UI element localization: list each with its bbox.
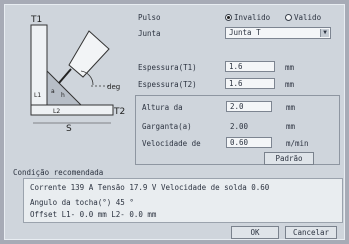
torch-wire: [58, 68, 72, 84]
pulse-invalid-label: Invalido: [234, 13, 271, 22]
label-l2: L2: [53, 108, 60, 115]
recommendation-panel: Corrente 139 A Tensão 17.9 V Velocidade …: [23, 178, 343, 223]
thickness1-input[interactable]: 1.6: [225, 61, 275, 72]
thickness2-label: Espessura(T2): [138, 80, 197, 89]
junta-value: Junta T: [229, 28, 261, 37]
radio-unselected-icon: [285, 14, 292, 21]
plate-t2: [30, 104, 114, 116]
thickness1-label: Espessura(T1): [138, 63, 197, 72]
pulse-valid-radio[interactable]: Valido: [285, 13, 321, 22]
height-label: Altura da: [142, 103, 183, 112]
thickness1-unit: mm: [285, 63, 295, 72]
label-t2: T2: [113, 107, 125, 117]
thickness2-unit: mm: [285, 80, 295, 89]
throat-unit: mm: [286, 122, 296, 131]
junta-label: Junta: [138, 29, 161, 38]
speed-input[interactable]: 0.60: [226, 137, 272, 148]
cancel-button[interactable]: Cancelar: [285, 226, 337, 239]
recommendation-title: Condição recomendada: [13, 168, 104, 177]
speed-unit: m/min: [286, 139, 309, 148]
label-t1: T1: [30, 15, 42, 25]
radio-selected-icon: [225, 14, 232, 21]
default-button[interactable]: Padrão: [264, 152, 314, 165]
label-a: a: [51, 88, 55, 95]
throat-label: Garganta(a): [142, 122, 192, 131]
height-input[interactable]: 2.0: [226, 101, 272, 112]
ok-button[interactable]: OK: [231, 226, 279, 239]
pulse-invalid-radio[interactable]: Invalido: [225, 13, 270, 22]
pulse-valid-label: Valido: [294, 13, 322, 22]
height-unit: mm: [286, 103, 296, 112]
pulse-label: Pulso: [138, 13, 161, 22]
welding-condition-window: T1 T2 S deg L1 L2 a h Pulso Invalido Val…: [4, 4, 345, 240]
label-deg: deg: [107, 83, 120, 91]
recommendation-line1: Corrente 139 A Tensão 17.9 V Velocidade …: [30, 183, 270, 192]
label-l1: L1: [34, 92, 41, 99]
label-h: h: [61, 92, 65, 99]
weld-size-group: Altura da 2.0 mm Garganta(a) 2.00 mm Vel…: [135, 95, 340, 165]
speed-label: Velocidade de: [142, 139, 201, 148]
throat-value: 2.00: [230, 122, 249, 131]
chevron-down-icon[interactable]: ▼: [320, 29, 329, 37]
fillet-joint-diagram: T1 T2 S deg L1 L2 a h: [30, 15, 125, 131]
label-s: S: [66, 124, 72, 131]
torch-shape: [68, 30, 110, 78]
thickness2-input[interactable]: 1.6: [225, 78, 275, 89]
recommendation-line2: Angulo da tocha(°) 45 °: [30, 198, 134, 207]
junta-select[interactable]: Junta T ▼: [225, 27, 331, 39]
recommendation-line3: Offset L1- 0.0 mm L2- 0.0 mm: [30, 210, 157, 219]
